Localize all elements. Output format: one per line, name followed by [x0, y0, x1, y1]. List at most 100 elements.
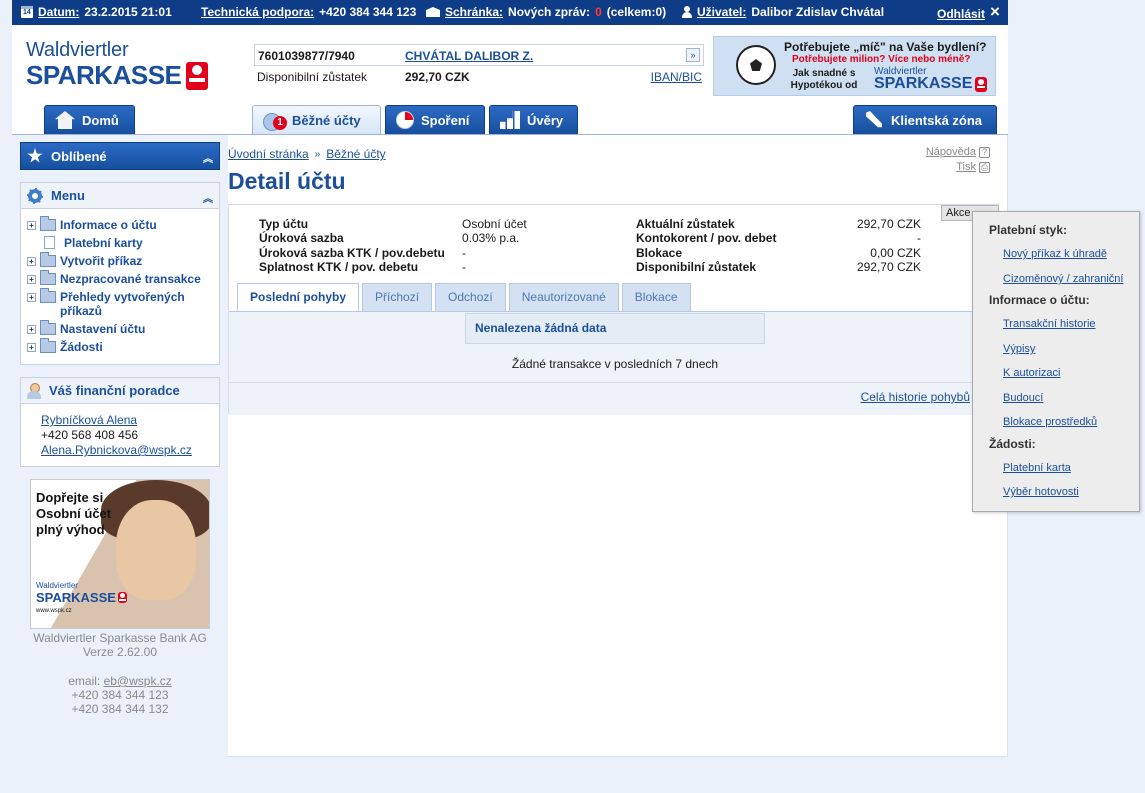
tab-recent[interactable]: Poslední pohyby [237, 283, 360, 311]
user-info: Uživatel: Dalibor Zdislav Chvátal [682, 5, 884, 19]
detail-label: Úroková sazba [259, 231, 344, 245]
actions-context-menu: Platební styk: Nový příkaz k úhradě Cizo… [972, 211, 1140, 512]
menu-link-future[interactable]: Budoucí [1003, 392, 1043, 404]
tools-icon [866, 111, 882, 128]
expand-icon[interactable]: + [27, 325, 36, 334]
coins-icon [263, 111, 287, 131]
user-label[interactable]: Uživatel: [697, 5, 746, 19]
user-icon [682, 6, 692, 18]
print-icon[interactable]: ⎙ [979, 162, 990, 173]
expand-icon[interactable]: + [27, 293, 36, 302]
breadcrumb-current[interactable]: Běžné účty [326, 147, 385, 161]
promo-brand1: Waldviertler [36, 581, 78, 590]
advisor-email-link[interactable]: Alena.Rybnickova@wspk.cz [41, 443, 192, 457]
menu-item-cards[interactable]: Platební karty [27, 236, 219, 250]
menu-item-create-order[interactable]: + Vytvořit příkaz [27, 252, 219, 268]
mortgage-banner[interactable]: Potřebujete „míč" na Vaše bydlení? Potře… [713, 36, 996, 96]
menu-item-unprocessed[interactable]: + Nezpracované transakce [27, 270, 219, 286]
full-history-link[interactable]: Celá historie pohybů [861, 390, 970, 404]
account-holder[interactable]: CHVÁTAL DALIBOR Z. [405, 49, 533, 63]
menu-item-order-overviews[interactable]: + Přehledy vytvořených příkazů [27, 288, 219, 318]
footer-bank-name: Waldviertler Sparkasse Bank AG [33, 631, 207, 645]
nav-tab-label: Klientská zóna [891, 112, 983, 128]
menu-item-account-info[interactable]: + Informace o účtu [27, 216, 219, 232]
sparkasse-s-icon [975, 76, 988, 92]
menu-group-account-info: Informace o účtu: [989, 293, 1090, 307]
footer-email-link[interactable]: eb@wspk.cz [104, 674, 172, 688]
menu-item-label: Informace o účtu [60, 218, 157, 232]
menu-title: Menu [51, 188, 85, 203]
divider [229, 382, 1000, 383]
collapse-icon[interactable]: ︽ [203, 150, 213, 165]
menu-link-payment-card[interactable]: Platební karta [1003, 462, 1071, 474]
advisor-name-link[interactable]: Rybníčková Alena [41, 413, 137, 427]
no-data-header: Nenalezena žádná data [465, 313, 765, 344]
tab-outgoing[interactable]: Odchozí [435, 283, 506, 311]
menu-item-account-settings[interactable]: + Nastavení účtu [27, 320, 219, 336]
chevron-down-icon[interactable]: » [686, 48, 700, 62]
menu-header[interactable]: Menu ︽ [21, 183, 219, 209]
advisor-icon [27, 382, 41, 399]
logout-link[interactable]: Odhlásit [937, 7, 985, 21]
tab-incoming[interactable]: Příchozí [362, 283, 433, 311]
account-selector[interactable]: 7601039877/7940 CHVÁTAL DALIBOR Z. » [254, 44, 704, 66]
help-link[interactable]: Nápověda [926, 146, 976, 158]
tab-unauthorized[interactable]: Neautorizované [508, 283, 619, 311]
menu-link-new-payment[interactable]: Nový příkaz k úhradě [1003, 248, 1107, 260]
expand-icon[interactable]: + [27, 257, 36, 266]
menu-group-requests: Žádosti: [989, 437, 1036, 451]
menu-link-to-authorize[interactable]: K autorizaci [1003, 367, 1060, 379]
promo-text: Dopřejte si Osobní účet plný výhod [36, 490, 112, 537]
support-label[interactable]: Technická podpora: [201, 5, 314, 19]
inbox-label[interactable]: Schránka: [445, 5, 503, 19]
expand-icon[interactable]: + [27, 275, 36, 284]
print-link[interactable]: Tisk [956, 161, 976, 173]
pie-chart-icon [396, 111, 414, 129]
nav-tab-label: Spoření [421, 112, 470, 128]
breadcrumb-home[interactable]: Úvodní stránka [228, 147, 309, 161]
date-label[interactable]: Datum: [38, 5, 79, 19]
tab-blocked[interactable]: Blokace [621, 283, 691, 311]
nav-tab-loans[interactable]: Úvěry [489, 105, 578, 134]
nav-tab-home[interactable]: Domů [44, 105, 135, 134]
nav-tab-client-zone[interactable]: Klientská zóna [853, 105, 997, 134]
close-icon[interactable]: × [990, 2, 1000, 22]
folder-icon [40, 252, 56, 267]
menu-group-payments: Platební styk: [989, 223, 1068, 237]
help-icon[interactable]: ? [979, 147, 990, 158]
menu-panel: Menu ︽ + Informace o účtu Platební karty … [20, 182, 220, 365]
menu-link-statements[interactable]: Výpisy [1003, 343, 1035, 355]
nav-tab-current-accounts[interactable]: Běžné účty [252, 105, 381, 134]
menu-link-transaction-history[interactable]: Transakční historie [1003, 318, 1096, 330]
nav-divider [12, 134, 1008, 135]
menu-link-cash-withdrawal[interactable]: Výběr hotovosti [1003, 486, 1079, 498]
menu-link-foreign-payment[interactable]: Cizoměnový / zahraniční [1003, 273, 1123, 285]
menu-item-label: Vytvořit příkaz [60, 254, 143, 268]
expand-icon[interactable]: + [27, 343, 36, 352]
favorites-header[interactable]: Oblíbené ︽ [21, 143, 219, 169]
expand-icon[interactable]: + [27, 221, 36, 230]
inbox-info: Schránka: Nových zpráv: 0 (celkem:0) [426, 5, 666, 19]
promo-banner[interactable]: Dopřejte si Osobní účet plný výhod Waldv… [30, 479, 210, 629]
bank-logo[interactable]: Waldviertler SPARKASSE [26, 39, 209, 91]
promo-photo [116, 500, 196, 600]
collapse-icon[interactable]: ︽ [203, 190, 213, 205]
nav-tab-savings[interactable]: Spoření [385, 105, 485, 134]
support-info: Technická podpora: +420 384 344 123 [201, 5, 416, 19]
folder-icon [40, 320, 56, 335]
iban-link[interactable]: IBAN/BIC [651, 70, 702, 84]
nav-tab-label: Úvěry [527, 112, 564, 128]
banner-wordmark: SPARKASSE [874, 75, 973, 92]
detail-value: - [462, 246, 466, 260]
menu-link-blocked-funds[interactable]: Blokace prostředků [1003, 416, 1097, 428]
folder-icon [40, 216, 56, 231]
detail-label: Typ účtu [259, 217, 309, 231]
date-value: 23.2.2015 21:01 [84, 5, 172, 19]
logo-line2: SPARKASSE [26, 60, 209, 91]
detail-value: 0.03% p.a. [462, 231, 520, 245]
nav-tab-label: Běžné účty [292, 112, 361, 128]
detail-label: Úroková sazba KTK / pov.debetu [259, 246, 445, 260]
sparkasse-s-icon [117, 592, 127, 603]
logout: Odhlásit × [937, 2, 1000, 22]
menu-item-requests[interactable]: + Žádosti [27, 338, 219, 354]
